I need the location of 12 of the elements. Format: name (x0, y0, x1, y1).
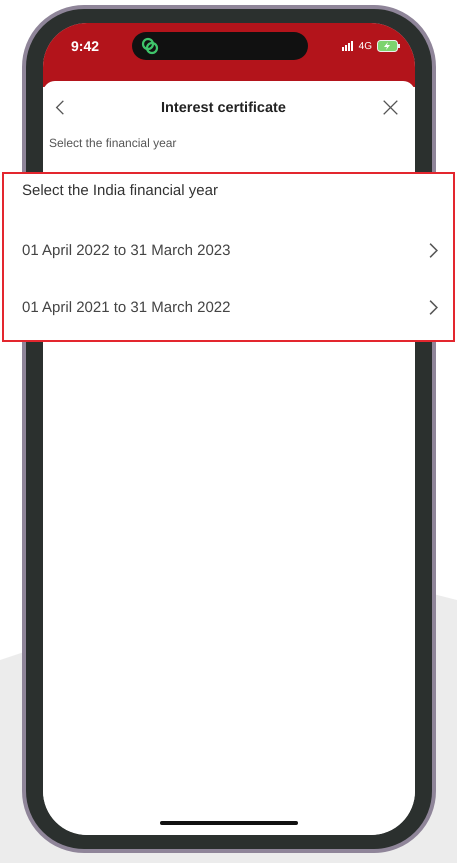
screen-title: Interest certificate (161, 100, 286, 116)
status-time: 9:42 (71, 38, 100, 54)
battery-icon (377, 40, 401, 52)
chevron-right-icon (428, 299, 439, 316)
callout-heading: Select the India financial year (22, 182, 219, 201)
network-label: 4G (358, 40, 372, 52)
year-option[interactable]: 01 April 2021 to 31 March 2022 (22, 279, 439, 336)
signal-icon (342, 41, 354, 51)
chevron-right-icon (428, 242, 439, 259)
year-option[interactable]: 01 April 2022 to 31 March 2023 (22, 222, 439, 279)
linked-rings-icon (140, 36, 160, 56)
prompt-text: Select the financial year (49, 136, 178, 150)
